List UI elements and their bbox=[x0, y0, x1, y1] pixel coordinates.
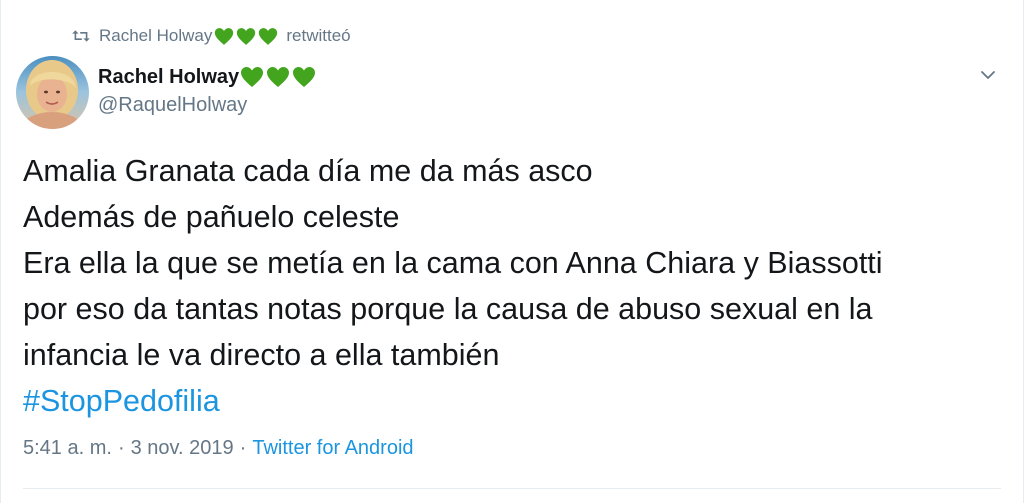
author-block[interactable]: Rachel Holway @RaquelHolway bbox=[98, 62, 324, 117]
tweet-time[interactable]: 5:41 a. m. bbox=[23, 437, 112, 460]
green-heart-icon bbox=[293, 67, 316, 87]
chevron-down-icon[interactable] bbox=[979, 66, 997, 84]
green-heart-icon bbox=[241, 67, 264, 87]
green-heart-icon bbox=[267, 67, 290, 87]
tweet-source-link[interactable]: Twitter for Android bbox=[252, 437, 413, 460]
divider bbox=[23, 488, 1001, 489]
tweet-meta: 5:41 a. m. · 3 nov. 2019 · Twitter for A… bbox=[23, 437, 414, 460]
green-heart-icon bbox=[215, 27, 234, 45]
tweet-line: infancia le va directo a ella también bbox=[23, 338, 500, 372]
green-heart-icon bbox=[237, 27, 256, 45]
author-emoji bbox=[240, 66, 318, 88]
author-name-row[interactable]: Rachel Holway bbox=[98, 62, 324, 92]
retweet-label: retwitteó bbox=[286, 26, 351, 45]
hashtag-link[interactable]: #StopPedofilia bbox=[23, 384, 220, 418]
tweet-card[interactable]: Rachel Holway retwitteó Rachel Holway @R… bbox=[0, 0, 1024, 503]
retweet-context: Rachel Holway retwitteó bbox=[71, 24, 351, 48]
tweet-date[interactable]: 3 nov. 2019 bbox=[131, 437, 234, 460]
tweet-line: Amalia Granata cada día me da más asco bbox=[23, 154, 593, 188]
meta-separator: · bbox=[239, 437, 247, 459]
meta-separator: · bbox=[117, 437, 125, 459]
author-name[interactable]: Rachel Holway bbox=[98, 66, 239, 89]
author-handle[interactable]: @RaquelHolway bbox=[98, 94, 324, 117]
tweet-text: Amalia Granata cada día me da más asco A… bbox=[23, 148, 1003, 424]
tweet-line: Era ella la que se metía en la cama con … bbox=[23, 246, 883, 280]
avatar[interactable] bbox=[16, 56, 89, 129]
retweeter-name[interactable]: Rachel Holway bbox=[99, 26, 212, 46]
green-heart-icon bbox=[259, 27, 278, 45]
tweet-line: por eso da tantas notas porque la causa … bbox=[23, 292, 873, 326]
tweet-line: Además de pañuelo celeste bbox=[23, 200, 400, 234]
retweet-icon bbox=[72, 30, 90, 42]
retweeter-emoji bbox=[214, 27, 280, 46]
avatar-photo bbox=[16, 56, 89, 129]
